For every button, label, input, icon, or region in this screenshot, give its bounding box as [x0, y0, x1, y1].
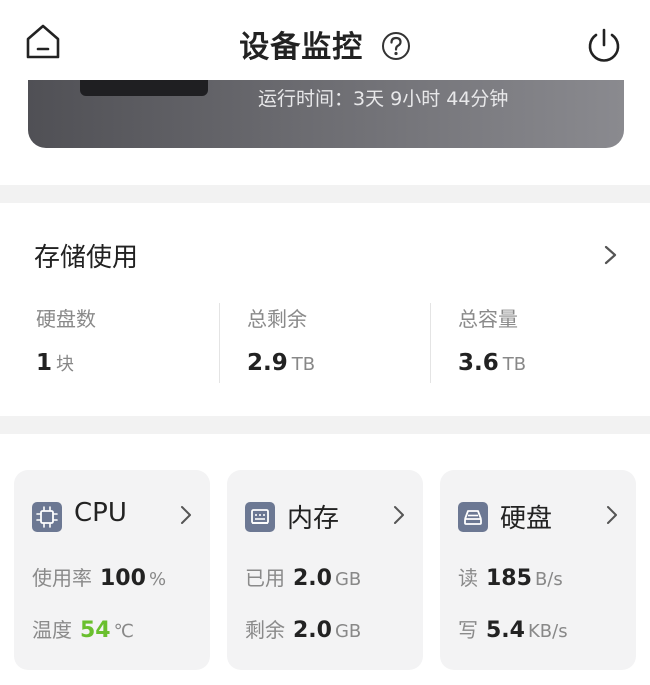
- stat-unit: TB: [502, 354, 527, 375]
- power-icon[interactable]: [585, 26, 623, 64]
- stat-value: 1: [36, 350, 53, 376]
- chevron-right-icon[interactable]: [178, 504, 194, 526]
- memory-tile[interactable]: 内存 已用 2.0 GB 剩余 2.0 GB: [227, 470, 423, 670]
- device-banner-section: 运行时间：3天 9小时 44分钟: [0, 80, 650, 185]
- row-unit: KB/s: [527, 621, 568, 642]
- chevron-right-icon[interactable]: [604, 504, 620, 526]
- disk-tile[interactable]: 硬盘 读 185 B/s 写 5.4 KB/s: [440, 470, 636, 670]
- memory-title: 内存: [287, 504, 340, 534]
- memory-used-row: 已用 2.0 GB: [245, 562, 361, 591]
- row-label: 已用: [245, 566, 285, 590]
- row-unit: GB: [334, 569, 362, 590]
- memory-free-row: 剩余 2.0 GB: [245, 614, 361, 643]
- top-bar: 设备监控: [0, 0, 650, 80]
- chevron-right-icon[interactable]: [600, 243, 620, 267]
- storage-title: 存储使用: [34, 243, 139, 273]
- device-banner: 运行时间：3天 9小时 44分钟: [28, 80, 624, 148]
- row-unit: B/s: [534, 569, 563, 590]
- row-label: 读: [458, 566, 478, 590]
- row-label: 温度: [32, 618, 72, 642]
- stat-capacity: 总容量 3.6 TB: [458, 303, 650, 383]
- cpu-temperature-row: 温度 54 ℃: [32, 614, 134, 643]
- row-label: 剩余: [245, 618, 285, 642]
- stat-disk-count: 硬盘数 1块: [36, 303, 236, 383]
- cpu-tile[interactable]: CPU 使用率 100% 温度 54 ℃: [14, 470, 210, 670]
- storage-card[interactable]: 存储使用 硬盘数 1块 总剩余 2.9 TB 总容量 3.6 TB: [0, 203, 650, 416]
- uptime-text: 运行时间：3天 9小时 44分钟: [258, 88, 509, 110]
- row-unit: ℃: [113, 621, 134, 642]
- disk-read-row: 读 185 B/s: [458, 562, 563, 591]
- stat-value: 3.6: [458, 350, 499, 376]
- row-value: 5.4: [486, 618, 525, 643]
- disk-write-row: 写 5.4 KB/s: [458, 614, 568, 643]
- row-label: 使用率: [32, 566, 92, 590]
- divider: [219, 303, 220, 383]
- row-unit: GB: [334, 621, 362, 642]
- disk-icon: [458, 502, 488, 532]
- stat-unit: TB: [291, 354, 316, 375]
- cpu-title: CPU: [74, 498, 127, 528]
- stat-free: 总剩余 2.9 TB: [247, 303, 447, 383]
- stat-label: 总剩余: [247, 307, 307, 331]
- disk-title: 硬盘: [500, 504, 553, 534]
- chevron-right-icon[interactable]: [391, 504, 407, 526]
- help-icon[interactable]: [381, 31, 411, 61]
- memory-icon: [245, 502, 275, 532]
- stat-unit: 块: [56, 354, 75, 375]
- row-value: 2.0: [293, 566, 332, 591]
- stat-value: 2.9: [247, 350, 288, 376]
- device-image: [80, 80, 208, 96]
- cpu-icon: [32, 502, 62, 532]
- divider: [430, 303, 431, 383]
- row-value: 185: [486, 566, 532, 591]
- cpu-usage-row: 使用率 100%: [32, 562, 166, 591]
- row-value: 54: [80, 618, 111, 643]
- stat-label: 硬盘数: [36, 307, 96, 331]
- row-unit: %: [148, 569, 167, 590]
- row-label: 写: [458, 618, 478, 642]
- metrics-section: CPU 使用率100% 温度54℃ 内存 已用2.0GB 剩余2.0: [0, 434, 650, 685]
- page-title-text: 设备监控: [239, 30, 364, 65]
- stat-label: 总容量: [458, 307, 518, 331]
- page-title: 设备监控: [0, 22, 650, 66]
- row-value: 2.0: [293, 618, 332, 643]
- row-value: 100: [100, 566, 146, 591]
